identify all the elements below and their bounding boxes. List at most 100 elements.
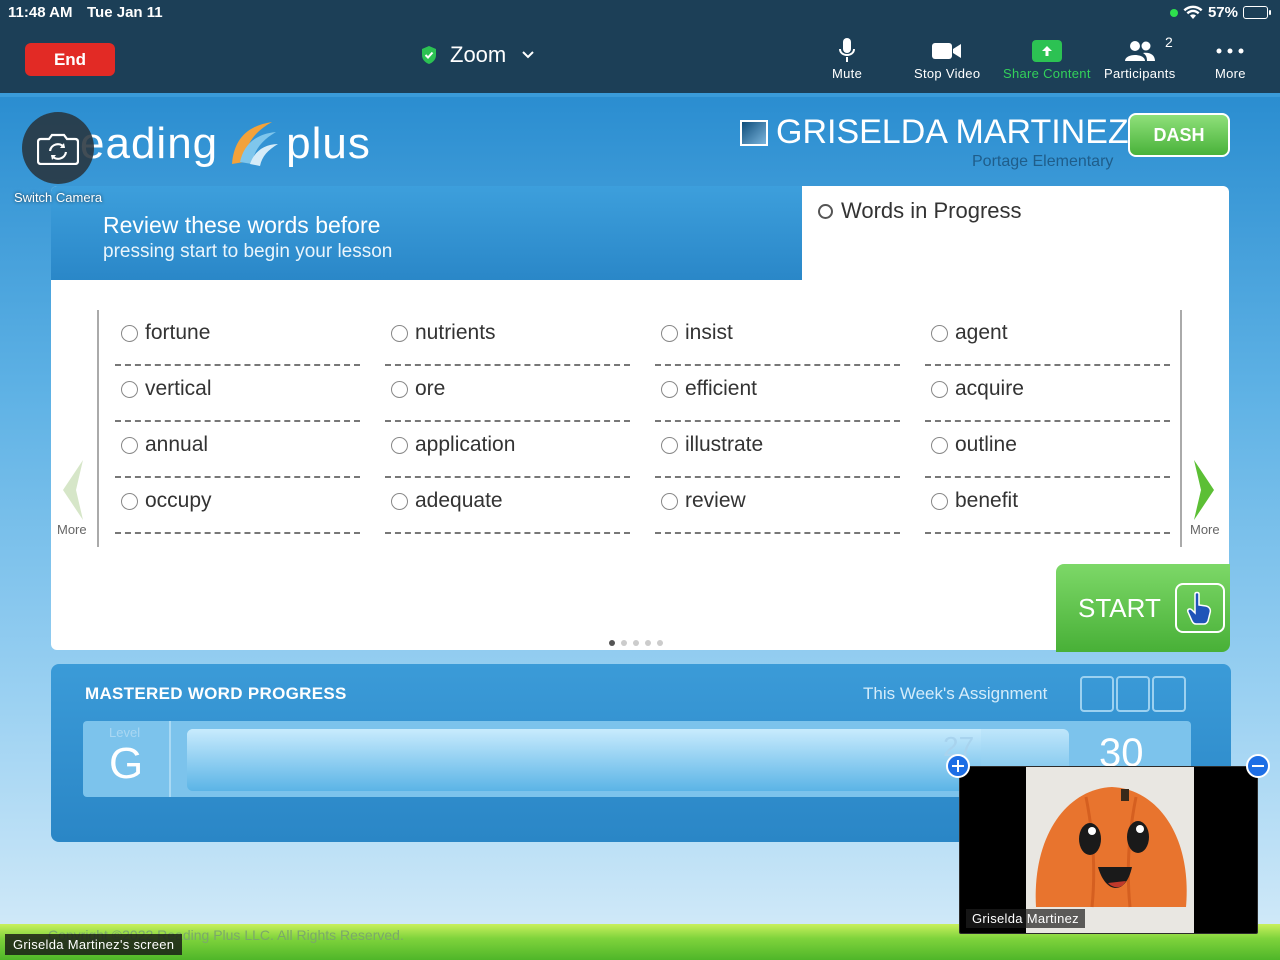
word-radio[interactable] xyxy=(661,436,678,454)
word-item[interactable]: ore xyxy=(385,366,630,422)
word-label: annual xyxy=(145,433,209,456)
word-label: fortune xyxy=(145,321,211,344)
word-item[interactable]: fortune xyxy=(115,310,360,366)
word-item[interactable]: occupy xyxy=(115,478,360,534)
chevron-left-icon xyxy=(62,460,83,520)
camera-rotate-icon xyxy=(37,133,79,165)
word-label: insist xyxy=(685,321,733,344)
words-in-progress-tab[interactable]: Words in Progress xyxy=(818,198,1022,224)
share-content-button[interactable]: Share Content xyxy=(1003,36,1091,81)
level-value: G xyxy=(109,739,144,788)
word-label: illustrate xyxy=(685,433,764,456)
word-radio[interactable] xyxy=(931,380,948,398)
word-item[interactable]: annual xyxy=(115,422,360,478)
pointer-hand-icon xyxy=(1174,583,1225,633)
page-dot[interactable] xyxy=(609,640,615,646)
more-button[interactable]: More xyxy=(1215,36,1246,81)
word-label: review xyxy=(685,489,746,512)
logo-plus-text: plus xyxy=(286,119,371,168)
mastered-title: MASTERED WORD PROGRESS xyxy=(85,684,347,703)
word-item[interactable]: review xyxy=(655,478,900,534)
word-item[interactable]: insist xyxy=(655,310,900,366)
word-radio[interactable] xyxy=(931,492,948,510)
word-item[interactable]: efficient xyxy=(655,366,900,422)
word-radio[interactable] xyxy=(391,380,408,398)
level-cell: Level G xyxy=(83,721,171,797)
reading-plus-logo: eading plus xyxy=(80,118,371,170)
assignment-label: This Week's Assignment xyxy=(863,684,1048,703)
page-dot[interactable] xyxy=(645,640,651,646)
screen-owner-label: Griselda Martinez's screen xyxy=(5,934,183,955)
previous-page-button[interactable]: More xyxy=(57,458,87,537)
word-label: efficient xyxy=(685,377,757,400)
word-radio[interactable] xyxy=(391,492,408,510)
more-label: More xyxy=(1215,66,1246,81)
end-meeting-button[interactable]: End xyxy=(25,43,115,76)
school-name: Portage Elementary xyxy=(972,153,1114,170)
word-radio[interactable] xyxy=(661,324,678,342)
word-label: ore xyxy=(415,377,446,400)
word-item[interactable]: illustrate xyxy=(655,422,900,478)
word-item[interactable]: acquire xyxy=(925,366,1170,422)
word-item[interactable]: nutrients xyxy=(385,310,630,366)
page-dot[interactable] xyxy=(621,640,627,646)
assignment-slot xyxy=(1080,676,1114,712)
circle-icon xyxy=(818,203,833,219)
stop-video-button[interactable]: Stop Video xyxy=(914,36,980,81)
word-item[interactable]: application xyxy=(385,422,630,478)
word-radio[interactable] xyxy=(391,436,408,454)
microphone-icon xyxy=(837,36,857,66)
word-label: benefit xyxy=(955,489,1019,512)
word-radio[interactable] xyxy=(661,492,678,510)
word-item[interactable]: agent xyxy=(925,310,1170,366)
word-radio[interactable] xyxy=(931,436,948,454)
word-label: agent xyxy=(955,321,1008,344)
progress-bar xyxy=(187,729,1069,791)
mute-button[interactable]: Mute xyxy=(832,36,862,81)
page-indicator xyxy=(609,640,663,646)
word-label: occupy xyxy=(145,489,212,512)
instruction-line-2: pressing start to begin your lesson xyxy=(103,241,393,262)
word-item[interactable]: adequate xyxy=(385,478,630,534)
word-radio[interactable] xyxy=(391,324,408,342)
word-radio[interactable] xyxy=(121,324,138,342)
word-radio[interactable] xyxy=(121,436,138,454)
ellipsis-icon xyxy=(1216,36,1244,66)
word-label: nutrients xyxy=(415,321,496,344)
instruction-line-1: Review these words before xyxy=(103,212,381,238)
word-item[interactable]: benefit xyxy=(925,478,1170,534)
student-name: GRISELDA MARTINEZ xyxy=(740,113,1129,152)
page-dot[interactable] xyxy=(657,640,663,646)
word-radio[interactable] xyxy=(931,324,948,342)
participants-label: Participants xyxy=(1104,66,1176,81)
status-date: Tue Jan 11 xyxy=(87,4,163,21)
status-indicators: 57% xyxy=(1169,4,1271,21)
meeting-title: Zoom xyxy=(450,42,507,67)
stop-video-label: Stop Video xyxy=(914,66,981,81)
dash-button[interactable]: DASH xyxy=(1128,113,1230,157)
participants-count: 2 xyxy=(1165,34,1173,50)
student-avatar xyxy=(740,119,768,146)
panel-header: Review these words before pressing start… xyxy=(51,186,802,280)
word-radio[interactable] xyxy=(661,380,678,398)
start-button[interactable]: START xyxy=(1056,564,1230,652)
logo-swirl-icon xyxy=(232,122,279,166)
page-dot[interactable] xyxy=(633,640,639,646)
word-radio[interactable] xyxy=(121,492,138,510)
assignment-slot xyxy=(1116,676,1150,712)
next-page-button[interactable]: More xyxy=(1190,458,1220,537)
word-item[interactable]: outline xyxy=(925,422,1170,478)
word-item[interactable]: vertical xyxy=(115,366,360,422)
battery-icon xyxy=(1243,6,1271,19)
word-label: adequate xyxy=(415,489,503,512)
minimize-video-button[interactable] xyxy=(1246,754,1270,778)
battery-percent: 57% xyxy=(1207,4,1238,21)
word-radio[interactable] xyxy=(121,380,138,398)
status-time: 11:48 AM xyxy=(8,4,73,21)
mute-label: Mute xyxy=(832,66,863,81)
expand-video-button[interactable] xyxy=(946,754,970,778)
switch-camera-button[interactable] xyxy=(22,112,94,184)
self-video-thumbnail[interactable]: Griselda Martinez xyxy=(959,766,1258,934)
meeting-info-menu[interactable]: Zoom xyxy=(420,42,534,68)
switch-camera-label: Switch Camera xyxy=(14,190,103,205)
